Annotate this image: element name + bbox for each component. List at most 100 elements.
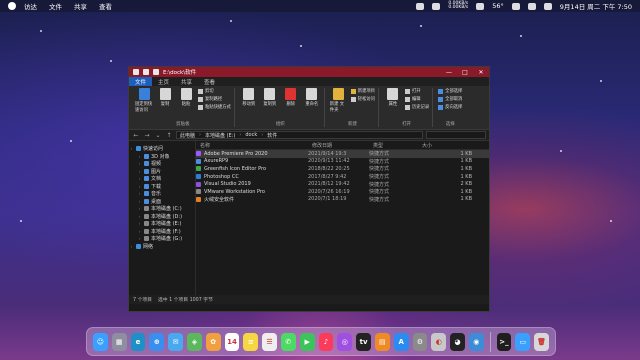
forward-arrow-icon[interactable]: → bbox=[143, 132, 151, 139]
copy-button[interactable]: 复制 bbox=[156, 88, 174, 121]
dock-edge-icon[interactable]: e bbox=[130, 332, 146, 351]
column-header-size[interactable]: 大小 bbox=[418, 142, 478, 149]
expand-chevron-icon[interactable]: › bbox=[137, 229, 142, 234]
file-row[interactable]: AxureRP9 2020/9/13 11:42 快捷方式 1 KB bbox=[196, 158, 489, 166]
nav-item[interactable]: › 本地磁盘 (G:) bbox=[129, 235, 195, 243]
dock-appstore-icon[interactable]: A bbox=[393, 332, 409, 351]
nav-item[interactable]: › 本地磁盘 (F:) bbox=[129, 228, 195, 236]
minimize-button[interactable]: — bbox=[441, 69, 457, 76]
expand-chevron-icon[interactable]: › bbox=[137, 221, 142, 226]
close-button[interactable]: ✕ bbox=[473, 69, 489, 76]
dock-books-icon[interactable]: ▤ bbox=[374, 332, 390, 351]
edit-button[interactable]: 编辑 bbox=[404, 96, 429, 102]
dock-qq-icon[interactable]: ◕ bbox=[450, 332, 465, 351]
nav-item[interactable]: › 快速访问 bbox=[129, 145, 195, 153]
nav-item[interactable]: › 本地磁盘 (E:) bbox=[129, 220, 195, 228]
dock-finder-folder-icon[interactable]: ▭ bbox=[515, 332, 531, 351]
quick-access-save-icon[interactable] bbox=[143, 69, 149, 75]
tab-view[interactable]: 查看 bbox=[198, 77, 221, 86]
quick-access-folder-icon[interactable] bbox=[153, 69, 159, 75]
dock-podcasts-icon[interactable]: ◎ bbox=[337, 332, 353, 351]
back-arrow-icon[interactable]: ← bbox=[132, 132, 140, 139]
tab-home[interactable]: 主页 bbox=[152, 77, 175, 86]
file-row[interactable]: Greenfish Icon Editor Pro 2018/8/22 20:25… bbox=[196, 165, 489, 173]
maximize-button[interactable]: □ bbox=[457, 69, 473, 76]
title-bar[interactable]: E:\dock\软件 — □ ✕ bbox=[129, 67, 489, 77]
expand-chevron-icon[interactable]: › bbox=[137, 214, 142, 219]
status-icon-3[interactable] bbox=[476, 2, 485, 10]
open-button[interactable]: 打开 bbox=[404, 88, 429, 94]
dock-safari-icon[interactable]: ⊕ bbox=[149, 332, 165, 351]
nav-item[interactable]: › 下载 bbox=[129, 183, 195, 191]
nav-item[interactable]: › 网络 bbox=[129, 243, 195, 251]
menu-item-view[interactable]: 查看 bbox=[99, 1, 112, 11]
expand-chevron-icon[interactable]: › bbox=[137, 184, 142, 189]
nav-item[interactable]: › 图片 bbox=[129, 168, 195, 176]
search-input[interactable] bbox=[426, 131, 486, 139]
select-none-button[interactable]: 全部取消 bbox=[438, 96, 462, 102]
dock-facetime-icon[interactable]: ▶ bbox=[299, 332, 315, 351]
expand-chevron-icon[interactable]: › bbox=[137, 169, 142, 174]
up-arrow-icon[interactable]: ↑ bbox=[165, 132, 173, 139]
nav-item[interactable]: › 文档 bbox=[129, 175, 195, 183]
expand-chevron-icon[interactable]: › bbox=[129, 146, 134, 151]
dock-reminders-icon[interactable]: ☰ bbox=[262, 332, 277, 351]
copy-path-button[interactable]: 复制路径 bbox=[198, 96, 231, 102]
status-icon-2[interactable] bbox=[432, 2, 441, 10]
properties-button[interactable]: 属性 bbox=[384, 88, 402, 121]
nav-item[interactable]: › 3D 对象 bbox=[129, 153, 195, 161]
dock-finder-icon[interactable]: ☺ bbox=[93, 332, 108, 351]
dock-music-icon[interactable]: ♪ bbox=[318, 332, 334, 351]
file-row[interactable]: Adobe Premiere Pro 2020 2021/9/14 19:3 快捷方… bbox=[196, 150, 489, 158]
breadcrumb-dock[interactable]: dock bbox=[245, 132, 257, 138]
menu-datetime[interactable]: 9月14日 周二 下午 7:50 bbox=[560, 1, 632, 11]
wifi-icon[interactable] bbox=[511, 2, 520, 10]
column-header-name[interactable]: 名称 bbox=[196, 142, 308, 149]
dock-wechat-icon[interactable]: ◉ bbox=[468, 332, 484, 351]
nav-item[interactable]: › 桌面 bbox=[129, 198, 195, 206]
dock-photos-icon[interactable]: ✿ bbox=[205, 332, 221, 351]
new-folder-button[interactable]: 新建 文件夹 bbox=[330, 88, 348, 121]
paste-button[interactable]: 粘贴 bbox=[177, 88, 195, 121]
expand-chevron-icon[interactable]: › bbox=[137, 236, 142, 241]
expand-chevron-icon[interactable]: › bbox=[137, 191, 142, 196]
nav-item[interactable]: › 本地磁盘 (C:) bbox=[129, 205, 195, 213]
file-row[interactable]: 火绒安全软件 2020/7/1 18:19 快捷方式 1 KB bbox=[196, 196, 489, 204]
rename-button[interactable]: 重命名 bbox=[303, 88, 321, 121]
dock-notes-icon[interactable]: ≡ bbox=[243, 332, 259, 351]
expand-chevron-icon[interactable]: › bbox=[129, 244, 134, 249]
breadcrumb-this-pc[interactable]: 此电脑 bbox=[180, 132, 195, 139]
invert-selection-button[interactable]: 反向选择 bbox=[438, 104, 462, 110]
address-bar[interactable]: 此电脑 › 本地磁盘 (E:) › dock › 软件 bbox=[176, 131, 423, 139]
dock-mail-icon[interactable]: ✉ bbox=[168, 332, 183, 351]
dock-maps-icon[interactable]: ◈ bbox=[186, 332, 202, 351]
apple-icon[interactable] bbox=[8, 2, 16, 10]
dock-terminal-icon[interactable]: >_ bbox=[496, 332, 512, 351]
column-header-date[interactable]: 修改日期 bbox=[308, 142, 369, 149]
dock-messages-icon[interactable]: ✆ bbox=[280, 332, 296, 351]
nav-item[interactable]: › 音乐 bbox=[129, 190, 195, 198]
file-row[interactable]: Photoshop CC 2017/8/27 9:42 快捷方式 1 KB bbox=[196, 173, 489, 181]
move-to-button[interactable]: 移动到 bbox=[240, 88, 258, 121]
expand-chevron-icon[interactable]: › bbox=[137, 199, 142, 204]
delete-button[interactable]: 删除 bbox=[282, 88, 300, 121]
menu-item-share[interactable]: 共享 bbox=[74, 1, 87, 11]
select-all-button[interactable]: 全部选择 bbox=[438, 88, 462, 94]
column-header-type[interactable]: 类型 bbox=[369, 142, 418, 149]
copy-to-button[interactable]: 复制到 bbox=[261, 88, 279, 121]
control-center-icon[interactable] bbox=[543, 2, 552, 10]
dock-trash-icon[interactable]: 🗑 bbox=[534, 332, 549, 351]
recent-chevron-icon[interactable]: ⌄ bbox=[154, 132, 162, 139]
expand-chevron-icon[interactable]: › bbox=[137, 176, 142, 181]
history-button[interactable]: 历史记录 bbox=[404, 104, 429, 110]
pin-quick-access-button[interactable]: 固定到快速访问 bbox=[135, 88, 153, 121]
file-row[interactable]: VMware Workstation Pro 2020/7/26 16:19 快捷方… bbox=[196, 188, 489, 196]
tab-file[interactable]: 文件 bbox=[129, 77, 153, 86]
expand-chevron-icon[interactable]: › bbox=[137, 154, 142, 159]
dock-appletv-icon[interactable]: tv bbox=[356, 332, 371, 351]
dock-preview-icon[interactable]: ◐ bbox=[431, 332, 447, 351]
file-row[interactable]: Visual Studio 2019 2021/8/12 19:42 快捷方式 2 K… bbox=[196, 180, 489, 188]
easy-access-button[interactable]: 轻松访问 bbox=[350, 96, 375, 102]
status-icon-1[interactable] bbox=[416, 2, 425, 10]
battery-icon[interactable] bbox=[527, 2, 536, 10]
